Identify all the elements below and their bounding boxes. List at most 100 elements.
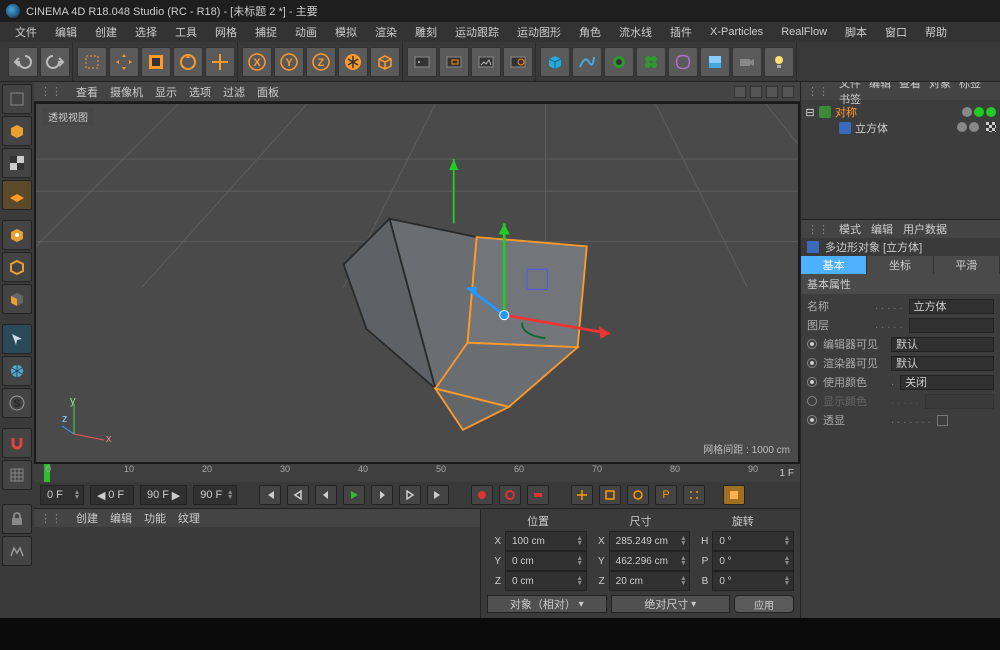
menu-渲染[interactable]: 渲染 [366,22,406,42]
pos-X[interactable]: 100 cm▲▼ [505,531,587,551]
render-vis-radio[interactable] [807,358,817,368]
menu-编辑[interactable]: 编辑 [46,22,86,42]
layer-field[interactable] [909,318,994,333]
key-pla-button[interactable] [683,485,705,505]
vp-menu-摄像机[interactable]: 摄像机 [110,87,143,99]
vp-cam-icon[interactable] [734,86,746,98]
os-taskbar[interactable] [0,618,1000,650]
menu-RealFlow[interactable]: RealFlow [772,24,836,40]
name-field[interactable]: 立方体 [909,299,994,314]
menu-文件[interactable]: 文件 [6,22,46,42]
rot-P[interactable]: 0 °▲▼ [712,551,794,571]
cube-primitive[interactable] [370,47,400,77]
apply-button[interactable]: 应用 [734,595,794,613]
maxon-logo[interactable] [2,536,32,566]
vp-menu-过滤[interactable]: 过滤 [223,87,245,99]
render-view-button[interactable] [407,47,437,77]
use-color-field[interactable]: 关闭 [900,375,994,390]
menu-插件[interactable]: 插件 [661,22,701,42]
timeline-ruler[interactable]: 0102030405060708090 1 F [34,464,800,482]
display-color-radio[interactable] [807,396,817,406]
pos-Z[interactable]: 0 cm▲▼ [505,571,587,591]
goto-end-button[interactable] [427,485,449,505]
objmgr-tab-对象[interactable]: 对象 [929,82,951,90]
render-vis-field[interactable]: 默认 [891,356,994,371]
rot-B[interactable]: 0 °▲▼ [712,571,794,591]
axis-mode[interactable] [2,356,32,386]
play-button[interactable] [343,485,365,505]
objmgr-tab-查看[interactable]: 查看 [899,82,921,90]
record-button[interactable] [471,485,493,505]
cloner-tool[interactable] [636,47,666,77]
start-frame-field[interactable]: 0 F▲▼ [40,485,84,505]
goto-start-button[interactable] [259,485,281,505]
perspective-viewport[interactable]: 透视视图 [34,102,800,464]
prev-key-button[interactable] [287,485,309,505]
display-color-swatch[interactable] [925,394,994,409]
environment-tool[interactable] [700,47,730,77]
x-axis-button[interactable]: X [242,47,272,77]
menu-流水线[interactable]: 流水线 [610,22,661,42]
keyframe-sel-button[interactable] [527,485,549,505]
next-frame-button[interactable] [371,485,393,505]
light-tool[interactable] [764,47,794,77]
size-X[interactable]: 285.249 cm▲▼ [609,531,691,551]
size-Y[interactable]: 462.296 cm▲▼ [609,551,691,571]
vp-layout-icon[interactable] [782,86,794,98]
z-axis-button[interactable]: Z [306,47,336,77]
attr-tab-编辑[interactable]: 编辑 [871,224,893,236]
rotate-tool[interactable] [173,47,203,77]
menu-雕刻[interactable]: 雕刻 [406,22,446,42]
menu-捕捉[interactable]: 捕捉 [246,22,286,42]
menu-工具[interactable]: 工具 [166,22,206,42]
menu-脚本[interactable]: 脚本 [836,22,876,42]
edge-mode[interactable] [2,252,32,282]
move-tool[interactable] [109,47,139,77]
texture-mode[interactable] [2,148,32,178]
vp-zoom-icon[interactable] [766,86,778,98]
menu-运动图形[interactable]: 运动图形 [508,22,570,42]
tweak-mode[interactable] [2,324,32,354]
make-editable-button[interactable] [2,84,32,114]
model-mode[interactable] [2,116,32,146]
menu-网格[interactable]: 网格 [206,22,246,42]
snap-settings[interactable] [2,460,32,490]
tree-child-label[interactable]: 立方体 [855,120,888,136]
lock-button[interactable] [2,504,32,534]
point-mode[interactable] [2,220,32,250]
menu-选择[interactable]: 选择 [126,22,166,42]
key-pos-button[interactable] [571,485,593,505]
menu-模拟[interactable]: 模拟 [326,22,366,42]
vp-menu-选项[interactable]: 选项 [189,87,211,99]
tree-parent-label[interactable]: 对称 [835,104,857,120]
polygon-mode[interactable] [2,284,32,314]
end-frame-field[interactable]: 90 F▲▼ [193,485,237,505]
mat-menu-创建[interactable]: 创建 [76,513,98,525]
tab-phong[interactable]: 平滑 [934,256,1000,274]
vp-menu-查看[interactable]: 查看 [76,87,98,99]
motion-clip-button[interactable] [723,485,745,505]
vp-menu-显示[interactable]: 显示 [155,87,177,99]
spline-tool[interactable] [572,47,602,77]
range-end-field[interactable]: 90 F ▶ [140,485,187,505]
xray-checkbox[interactable] [937,415,948,426]
key-rot-button[interactable] [627,485,649,505]
mat-menu-功能[interactable]: 功能 [144,513,166,525]
generator-tool[interactable] [604,47,634,77]
deformer-tool[interactable] [668,47,698,77]
objmgr-tab-编辑[interactable]: 编辑 [869,82,891,90]
menu-窗口[interactable]: 窗口 [876,22,916,42]
objmgr-tab-标签[interactable]: 标签 [959,82,981,90]
key-scale-button[interactable] [599,485,621,505]
snap-button[interactable] [2,428,32,458]
mat-menu-纹理[interactable]: 纹理 [178,513,200,525]
object-manager-tree[interactable]: ⊟ 对称 立方体 [801,100,1000,220]
xray-radio[interactable] [807,415,817,425]
pos-Y[interactable]: 0 cm▲▼ [505,551,587,571]
workplane-mode[interactable] [2,180,32,210]
render-settings-button[interactable] [503,47,533,77]
tab-basic[interactable]: 基本 [801,256,867,274]
menu-角色[interactable]: 角色 [570,22,610,42]
render-region-button[interactable] [439,47,469,77]
mat-menu-编辑[interactable]: 编辑 [110,513,132,525]
